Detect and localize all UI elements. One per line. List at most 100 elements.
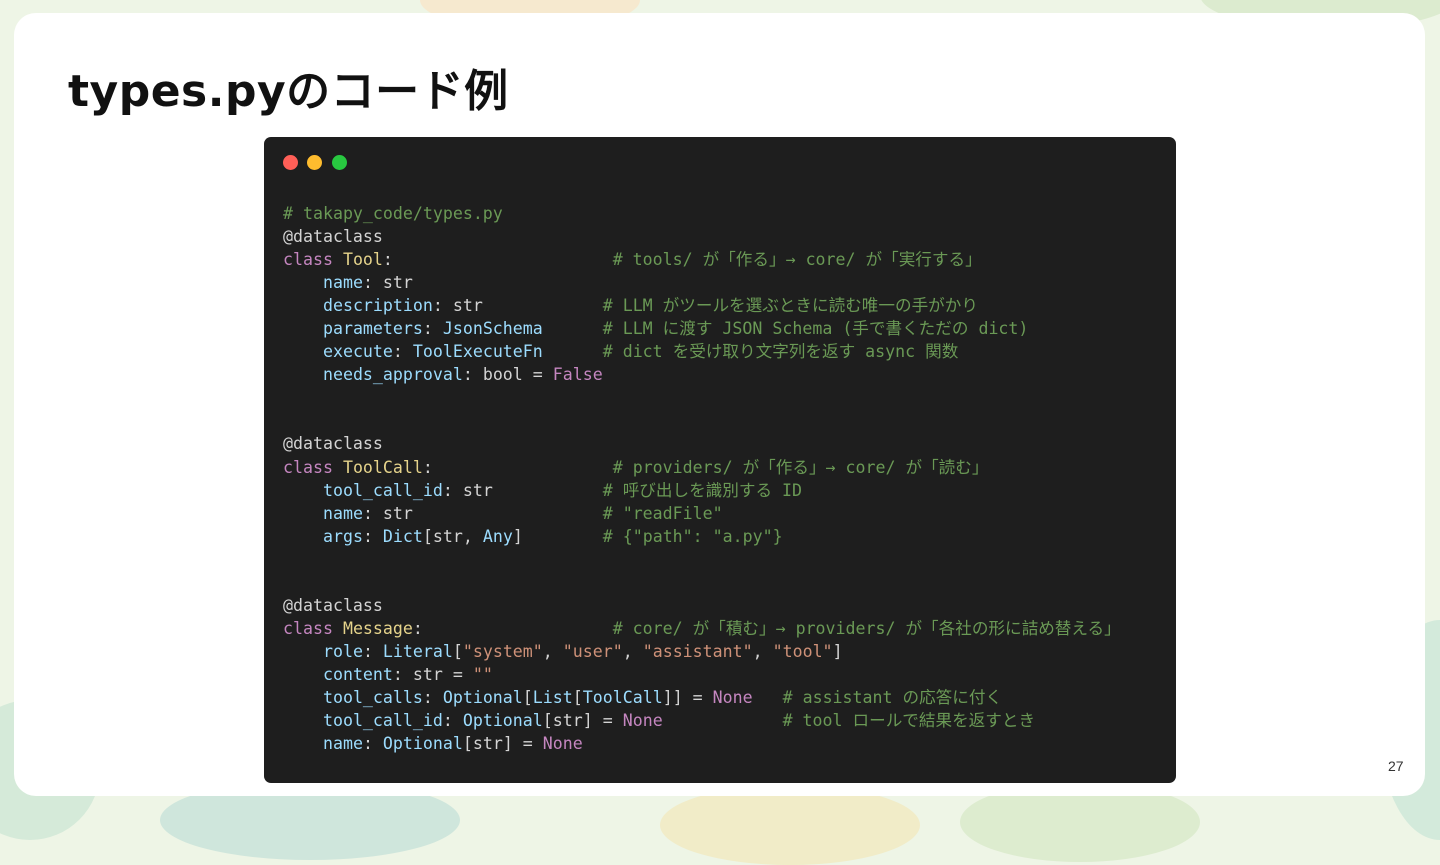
code-line: needs_approval: bool = False <box>283 363 1121 386</box>
code-token: , <box>752 641 773 661</box>
code-token: class <box>283 250 333 270</box>
code-token: description <box>322 296 433 316</box>
code-token: [str, <box>422 526 483 546</box>
code-line: class ToolCall: # providers/ が「作る」→ core… <box>283 456 1121 479</box>
background-shape <box>660 785 920 865</box>
code-token: # providers/ が「作る」→ core/ が「読む」 <box>612 457 989 477</box>
code-token: content <box>322 664 393 684</box>
window-close-dot <box>283 155 298 170</box>
code-token: [ <box>572 687 583 707</box>
code-line: parameters: JsonSchema # LLM に渡す JSON Sc… <box>283 317 1121 340</box>
code-token: args <box>322 526 363 546</box>
code-token: tool_call_id <box>322 480 443 500</box>
code-line: tool_call_id: Optional[str] = None # too… <box>283 709 1121 732</box>
code-token: needs_approval <box>322 365 463 385</box>
code-token: "assistant" <box>642 641 753 661</box>
page-number: 27 <box>1388 758 1404 774</box>
code-line: # takapy_code/types.py <box>283 202 1121 225</box>
code-token: Optional <box>462 711 543 731</box>
code-token: : <box>362 734 383 754</box>
code-token: "user" <box>562 641 623 661</box>
code-token: None <box>542 734 583 754</box>
code-token: "" <box>472 664 493 684</box>
code-token: ToolExecuteFn <box>412 342 543 362</box>
code-token: : <box>422 687 443 707</box>
code-line: execute: ToolExecuteFn # dict を受け取り文字列を返… <box>283 340 1121 363</box>
code-line: content: str = "" <box>283 663 1121 686</box>
code-line: @dataclass <box>283 594 1121 617</box>
code-token: : <box>362 526 383 546</box>
code-token: # "readFile" <box>602 503 723 523</box>
code-token: "system" <box>462 641 543 661</box>
code-token: Optional <box>382 734 463 754</box>
code-token: # LLM に渡す JSON Schema (手で書くただの dict) <box>602 319 1029 339</box>
code-token: name <box>322 734 363 754</box>
code-token: : str <box>432 296 603 316</box>
code-token: : <box>422 457 613 477</box>
code-token: class <box>283 618 333 638</box>
code-token: @dataclass <box>283 434 383 454</box>
code-token: tool_call_id <box>322 711 443 731</box>
code-token: # assistant の応答に付く <box>782 687 1003 707</box>
code-token: : str <box>362 273 413 293</box>
code-token: execute <box>322 342 393 362</box>
code-token: ] <box>512 526 603 546</box>
code-token: ToolCall <box>342 457 423 477</box>
code-token: ToolCall <box>582 687 663 707</box>
code-token: @dataclass <box>283 227 383 247</box>
code-token: : <box>412 618 613 638</box>
code-line: name: Optional[str] = None <box>283 732 1121 755</box>
code-token: : <box>382 250 613 270</box>
code-token: JsonSchema <box>442 319 543 339</box>
code-token: # 呼び出しを識別する ID <box>602 480 803 500</box>
code-line: args: Dict[str, Any] # {"path": "a.py"} <box>283 525 1121 548</box>
code-token: : <box>392 342 413 362</box>
code-token: ] <box>832 641 843 661</box>
code-token: tool_calls <box>322 687 423 707</box>
code-line: @dataclass <box>283 225 1121 248</box>
code-token: : str = <box>392 664 473 684</box>
code-token: # tools/ が「作る」→ core/ が「実行する」 <box>612 250 982 270</box>
code-token: : <box>422 319 443 339</box>
code-line: name: str <box>283 271 1121 294</box>
code-line: tool_call_id: str # 呼び出しを識別する ID <box>283 479 1121 502</box>
code-block: # takapy_code/types.py @dataclass class To… <box>283 202 1121 755</box>
code-token: [ <box>522 687 533 707</box>
code-token: , <box>542 641 563 661</box>
code-token: parameters <box>322 319 423 339</box>
code-token: : <box>362 641 383 661</box>
code-token: ]] = <box>662 687 713 707</box>
code-token: Dict <box>382 526 423 546</box>
code-token: # LLM がツールを選ぶときに読む唯一の手がかり <box>602 296 978 316</box>
window-minimize-dot <box>307 155 322 170</box>
code-token: : <box>442 711 463 731</box>
code-token: : bool = <box>462 365 553 385</box>
code-token: Message <box>342 618 413 638</box>
code-token: # tool ロールで結果を返すとき <box>782 711 1036 731</box>
code-token: Optional <box>442 687 523 707</box>
code-token: role <box>322 641 363 661</box>
code-line: description: str # LLM がツールを選ぶときに読む唯一の手が… <box>283 294 1121 317</box>
code-line: tool_calls: Optional[List[ToolCall]] = N… <box>283 686 1121 709</box>
code-token: None <box>712 687 753 707</box>
code-token: # {"path": "a.py"} <box>602 526 783 546</box>
